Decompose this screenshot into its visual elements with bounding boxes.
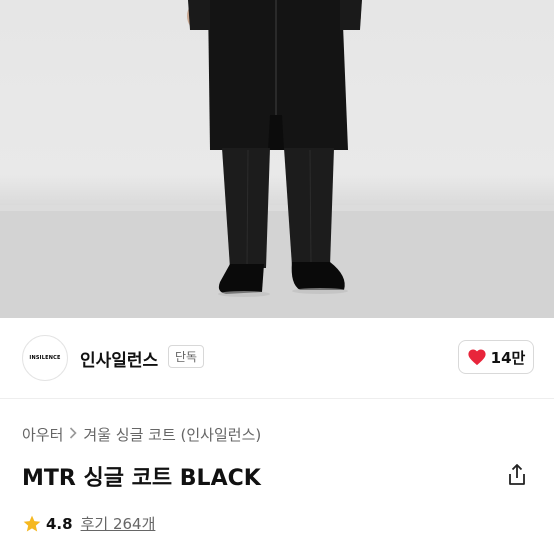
heart-icon	[468, 349, 486, 366]
like-count: 14만	[490, 348, 526, 367]
reviews-link[interactable]: 후기 264개	[81, 513, 156, 534]
chevron-right-icon	[69, 426, 78, 443]
brand-row: INSILENCE 인사일런스 단독 14만	[0, 318, 554, 398]
product-photo	[0, 0, 554, 318]
product-title: MTR 싱글 코트 BLACK	[22, 466, 261, 491]
rating-score: 4.8	[46, 514, 73, 533]
rating-row: 4.8 후기 264개	[22, 513, 155, 534]
brand-name-link[interactable]: 인사일런스	[80, 346, 158, 371]
breadcrumb: 아우터 겨울 싱글 코트 (인사일런스)	[22, 424, 261, 445]
star-icon	[23, 515, 41, 531]
divider	[0, 398, 554, 399]
brand-logo[interactable]: INSILENCE	[22, 335, 68, 381]
like-button[interactable]: 14만	[458, 340, 534, 374]
breadcrumb-item-category[interactable]: 겨울 싱글 코트 (인사일런스)	[83, 424, 261, 445]
share-button[interactable]	[504, 462, 530, 488]
model-wearing-coat-image	[0, 0, 554, 318]
exclusive-badge: 단독	[168, 345, 205, 368]
share-icon	[509, 464, 525, 485]
breadcrumb-item-outer[interactable]: 아우터	[22, 424, 63, 445]
brand-logo-text: INSILENCE	[29, 355, 61, 361]
